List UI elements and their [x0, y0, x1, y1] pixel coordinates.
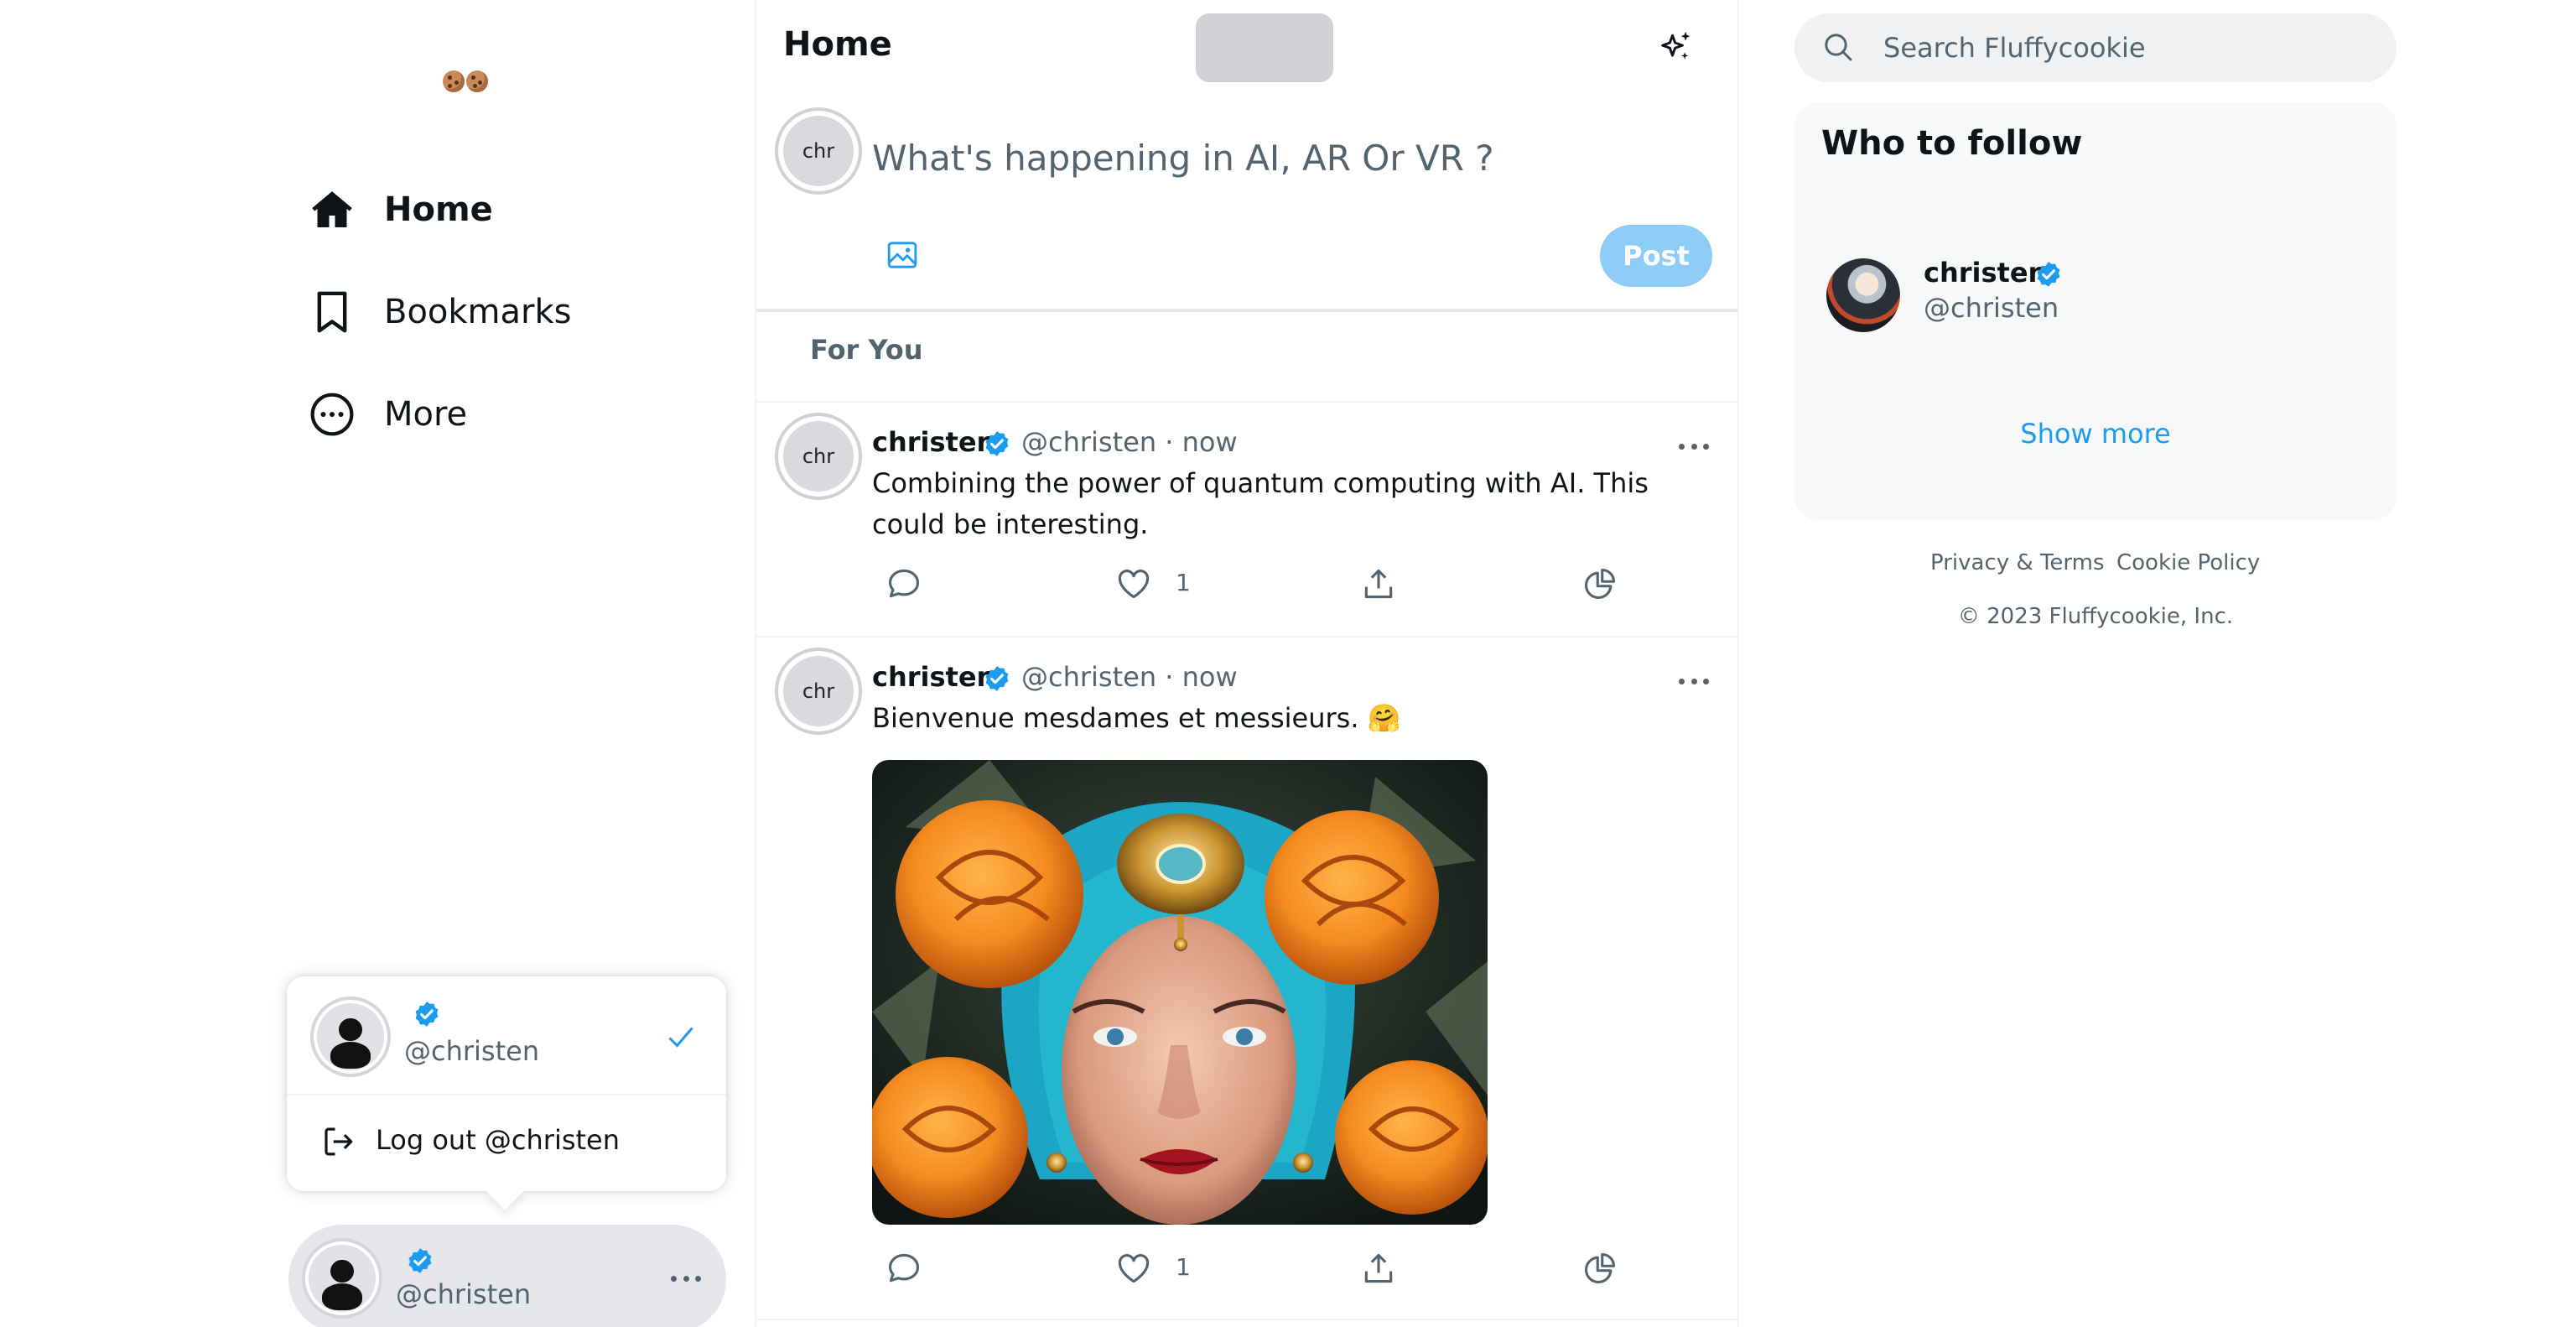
tweet-meta: @christen · now	[1021, 661, 1238, 693]
composer-avatar: chr	[778, 111, 859, 191]
left-sidebar: Home Bookmarks More @christen Log out @c…	[0, 0, 755, 1327]
logout-menu-item[interactable]: Log out @christen	[287, 1095, 726, 1191]
logout-label: Log out @christen	[376, 1124, 621, 1156]
nav-item-label: Home	[384, 190, 493, 229]
image-upload-icon[interactable]	[886, 238, 919, 272]
nav-item-label: More	[384, 395, 468, 434]
like-count: 1	[1176, 569, 1191, 596]
privacy-terms-link[interactable]: Privacy & Terms	[1930, 550, 2105, 575]
like-count: 1	[1176, 1253, 1191, 1281]
analytics-icon[interactable]	[1581, 565, 1618, 602]
copyright-text: © 2023 Fluffycookie, Inc.	[1957, 604, 2234, 629]
cookie-policy-link[interactable]: Cookie Policy	[2116, 550, 2260, 575]
share-icon[interactable]	[1360, 1250, 1397, 1287]
suggested-user-handle: @christen	[1924, 292, 2059, 324]
nav-item-home[interactable]: Home	[309, 176, 493, 243]
bookmark-icon	[317, 291, 347, 333]
main-feed-column: Home chr Post For You chr christen	[755, 0, 1739, 1327]
avatar	[305, 1241, 379, 1315]
like-icon[interactable]	[1115, 565, 1152, 602]
tweet-avatar[interactable]: chr	[778, 651, 859, 731]
tweet-author-name[interactable]: christen	[872, 661, 995, 693]
avatar	[314, 1000, 387, 1074]
account-menu: @christen Log out @christen	[287, 976, 726, 1210]
divider	[756, 1319, 1737, 1320]
suggested-user-name[interactable]: christen	[1924, 257, 2047, 289]
account-handle: @christen	[404, 1035, 540, 1067]
tab-for-you[interactable]: For You	[810, 334, 922, 366]
sparkle-icon[interactable]	[1659, 29, 1696, 65]
verified-badge-icon	[408, 1248, 432, 1273]
tweet-text: Combining the power of quantum computing…	[872, 467, 1649, 540]
page-title: Home	[783, 25, 892, 64]
verified-badge-icon	[415, 1002, 439, 1027]
share-icon[interactable]	[1360, 565, 1397, 602]
tweet-more-icon[interactable]	[1679, 676, 1709, 686]
compose-input[interactable]	[872, 129, 1711, 186]
analytics-icon[interactable]	[1581, 1250, 1618, 1287]
reply-icon[interactable]	[886, 565, 922, 602]
post-button[interactable]: Post	[1600, 225, 1712, 287]
account-switcher-button[interactable]: @christen	[288, 1225, 726, 1327]
verified-badge-icon	[985, 666, 1009, 691]
search-input[interactable]	[1883, 13, 2370, 82]
tweet-avatar[interactable]: chr	[778, 416, 859, 497]
logout-icon	[325, 1127, 353, 1156]
like-icon[interactable]	[1115, 1250, 1152, 1287]
search-icon	[1825, 34, 1852, 61]
nav-item-more[interactable]: More	[309, 381, 467, 448]
show-more-link[interactable]: Show more	[1794, 418, 2397, 450]
tweet-image[interactable]	[872, 760, 1488, 1225]
tweet-card[interactable]: chr christen @christen · now Bienvenue m…	[756, 637, 1737, 1320]
panel-title: Who to follow	[1821, 124, 2083, 163]
tweet-more-icon[interactable]	[1679, 441, 1709, 451]
header-placeholder-pill	[1196, 13, 1333, 82]
divider	[756, 309, 1737, 312]
search-bar[interactable]	[1794, 13, 2397, 82]
tweet-card[interactable]: chr christen @christen · now Combining t…	[756, 403, 1737, 636]
more-circle-icon	[310, 393, 354, 436]
verified-badge-icon	[2037, 262, 2060, 287]
more-dots-icon[interactable]	[671, 1273, 701, 1283]
tweet-author-name[interactable]: christen	[872, 426, 995, 458]
nav-item-bookmarks[interactable]: Bookmarks	[309, 278, 571, 346]
home-icon	[312, 191, 352, 227]
nav-item-label: Bookmarks	[384, 293, 572, 331]
tweet-text: Bienvenue mesdames et messieurs. 🤗	[872, 702, 1401, 734]
verified-badge-icon	[985, 431, 1009, 456]
checkmark-icon	[668, 1027, 693, 1048]
reply-icon[interactable]	[886, 1250, 922, 1287]
tweet-meta: @christen · now	[1021, 426, 1238, 458]
user-avatar[interactable]	[1826, 258, 1900, 332]
account-handle: @christen	[396, 1278, 532, 1310]
cookie-logo-icon[interactable]	[443, 67, 490, 94]
who-to-follow-panel: Who to follow christen @christen Show mo…	[1794, 102, 2397, 520]
